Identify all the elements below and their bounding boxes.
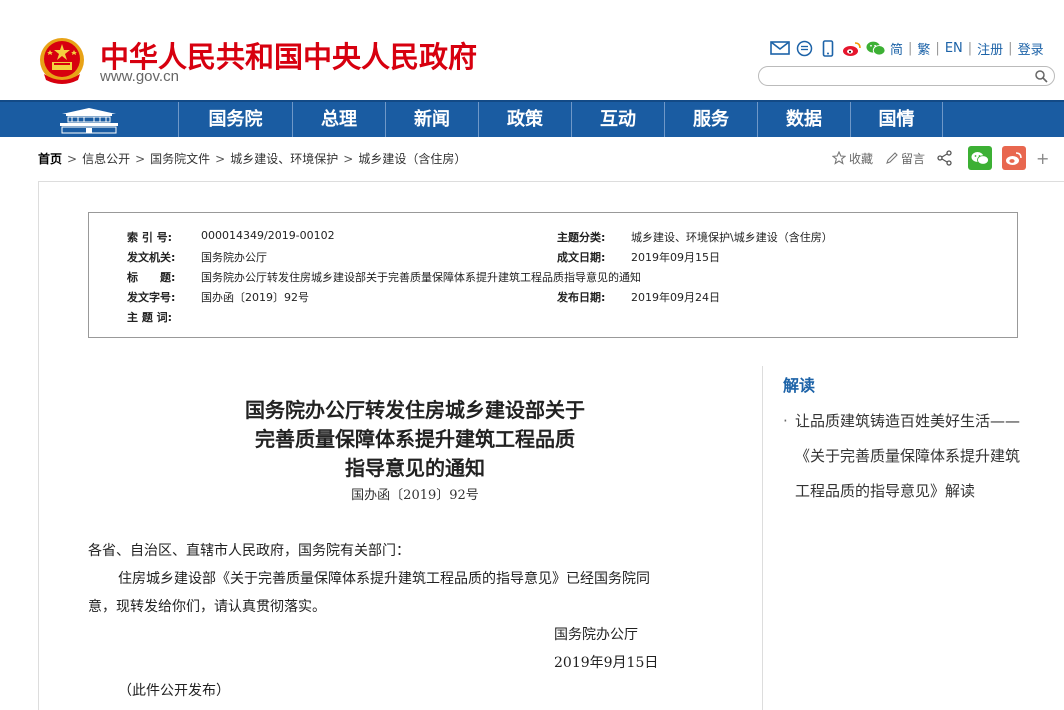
article-signature: 国务院办公厅	[554, 627, 638, 643]
nav-item-interaction[interactable]: 互动	[571, 102, 664, 137]
meta-issuer-value: 国务院办公厅	[201, 251, 267, 264]
weibo-icon[interactable]	[842, 39, 862, 57]
nav-item-news[interactable]: 新闻	[385, 102, 478, 137]
favorite-label: 收藏	[849, 151, 874, 166]
article-title-line: 指导意见的通知	[345, 456, 485, 480]
search-box	[758, 66, 1055, 87]
breadcrumb-separator: >	[215, 151, 226, 166]
link-english[interactable]: EN	[945, 41, 963, 56]
article-salutation: 各省、自治区、直辖市人民政府，国务院有关部门：	[88, 543, 410, 559]
star-icon	[832, 151, 846, 165]
article-title: 国务院办公厅转发住房城乡建设部关于 完善质量保障体系提升建筑工程品质 指导意见的…	[160, 396, 670, 483]
column-divider	[762, 366, 763, 710]
breadcrumb: 首页 > 信息公开 > 国务院文件 > 城乡建设、环境保护 > 城乡建设（含住房…	[38, 150, 466, 167]
mobile-icon[interactable]	[818, 39, 838, 57]
nav-item-services[interactable]: 服务	[664, 102, 757, 137]
meta-docno-label: 发文字号:	[127, 291, 176, 304]
interpretation-link-text[interactable]: 让品质建筑铸造百姓美好生活——《关于完善质量保障体系提升建筑工程品质的指导意见》…	[795, 404, 1020, 509]
tiananmen-icon	[60, 107, 118, 133]
comment-label: 留言	[901, 151, 926, 166]
meta-index-label: 索 引 号:	[127, 231, 173, 244]
breadcrumb-state-council-docs[interactable]: 国务院文件	[150, 150, 210, 167]
separator: |	[1008, 40, 1013, 56]
meta-index-value: 000014349/2019-00102	[201, 229, 335, 242]
meta-published-date-value: 2019年09月24日	[631, 291, 720, 304]
meta-written-date-label: 成文日期:	[557, 251, 606, 264]
share-wechat-button[interactable]	[968, 146, 993, 170]
share-weibo-button[interactable]	[1002, 146, 1027, 170]
link-login[interactable]: 登录	[1018, 39, 1044, 58]
search-input[interactable]	[769, 69, 1029, 87]
weibo-icon	[1006, 151, 1022, 165]
wechat-icon[interactable]	[866, 39, 886, 57]
meta-docno-value: 国办函〔2019〕92号	[201, 291, 309, 304]
nav-item-premier[interactable]: 总理	[292, 102, 385, 137]
mail-icon[interactable]	[770, 39, 790, 57]
breadcrumb-separator: >	[135, 151, 146, 166]
separator: |	[935, 40, 940, 56]
nav-home[interactable]	[0, 102, 178, 137]
message-icon[interactable]	[794, 39, 814, 57]
meta-published-date-label: 发布日期:	[557, 291, 606, 304]
breadcrumb-separator: >	[67, 151, 78, 166]
national-emblem-icon[interactable]	[38, 36, 86, 86]
comment-button[interactable]: 留言	[885, 150, 925, 167]
separator: |	[967, 40, 973, 56]
site-url[interactable]: www.gov.cn	[100, 68, 179, 85]
search-icon[interactable]	[1034, 69, 1048, 83]
article-title-line: 国务院办公厅转发住房城乡建设部关于	[245, 398, 585, 422]
breadcrumb-home[interactable]: 首页	[38, 150, 62, 167]
article-title-line: 完善质量保障体系提升建筑工程品质	[255, 427, 575, 451]
meta-issuer-label: 发文机关:	[127, 251, 176, 264]
link-traditional[interactable]: 繁	[917, 39, 930, 58]
article-tools: 收藏 留言 +	[832, 146, 1049, 170]
meta-written-date-value: 2019年09月15日	[631, 251, 720, 264]
plus-icon[interactable]: +	[1036, 149, 1049, 168]
nav-item-state-council[interactable]: 国务院	[178, 102, 292, 137]
document-meta-table: 索 引 号: 000014349/2019-00102 主题分类: 城乡建设、环…	[88, 212, 1018, 338]
interpretation-title: 解读	[783, 376, 816, 395]
link-simplified[interactable]: 简	[890, 39, 903, 58]
article-paragraph-line: 意，现转发给你们，请认真贯彻落实。	[88, 599, 326, 615]
site-header: 中华人民共和国中央人民政府 www.gov.cn 简 | 繁 | EN | 注册…	[0, 0, 1064, 100]
breadcrumb-urban-housing[interactable]: 城乡建设（含住房）	[358, 150, 466, 167]
wechat-icon	[971, 152, 989, 165]
share-icon	[937, 150, 952, 166]
top-links: 简 | 繁 | EN | 注册 | 登录	[770, 37, 1044, 59]
share-button[interactable]	[937, 150, 956, 166]
favorite-button[interactable]: 收藏	[832, 150, 873, 167]
meta-category-value: 城乡建设、环境保护\城乡建设（含住房）	[631, 231, 833, 244]
article-paragraph-line: 住房城乡建设部《关于完善质量保障体系提升建筑工程品质的指导意见》已经国务院同	[118, 571, 650, 587]
meta-title-value: 国务院办公厅转发住房城乡建设部关于完善质量保障体系提升建筑工程品质指导意见的通知	[201, 271, 641, 284]
breadcrumb-info-disclosure[interactable]: 信息公开	[82, 150, 130, 167]
meta-keywords-label: 主 题 词:	[127, 311, 173, 324]
main-nav: 国务院 总理 新闻 政策 互动 服务 数据 国情	[0, 100, 1064, 137]
nav-item-national-info[interactable]: 国情	[850, 102, 943, 137]
breadcrumb-urban-environment[interactable]: 城乡建设、环境保护	[230, 150, 338, 167]
meta-title-label: 标 题:	[127, 271, 176, 284]
nav-item-policy[interactable]: 政策	[478, 102, 571, 137]
breadcrumb-separator: >	[343, 151, 354, 166]
nav-item-data[interactable]: 数据	[757, 102, 850, 137]
separator: |	[908, 40, 913, 56]
article-doc-number: 国办函〔2019〕92号	[351, 488, 479, 503]
article-date: 2019年9月15日	[554, 655, 659, 671]
meta-category-label: 主题分类:	[557, 231, 606, 244]
article-note: （此件公开发布）	[118, 683, 230, 699]
link-register[interactable]: 注册	[977, 39, 1003, 58]
pen-icon	[886, 151, 898, 164]
bullet-icon: ·	[783, 412, 788, 430]
